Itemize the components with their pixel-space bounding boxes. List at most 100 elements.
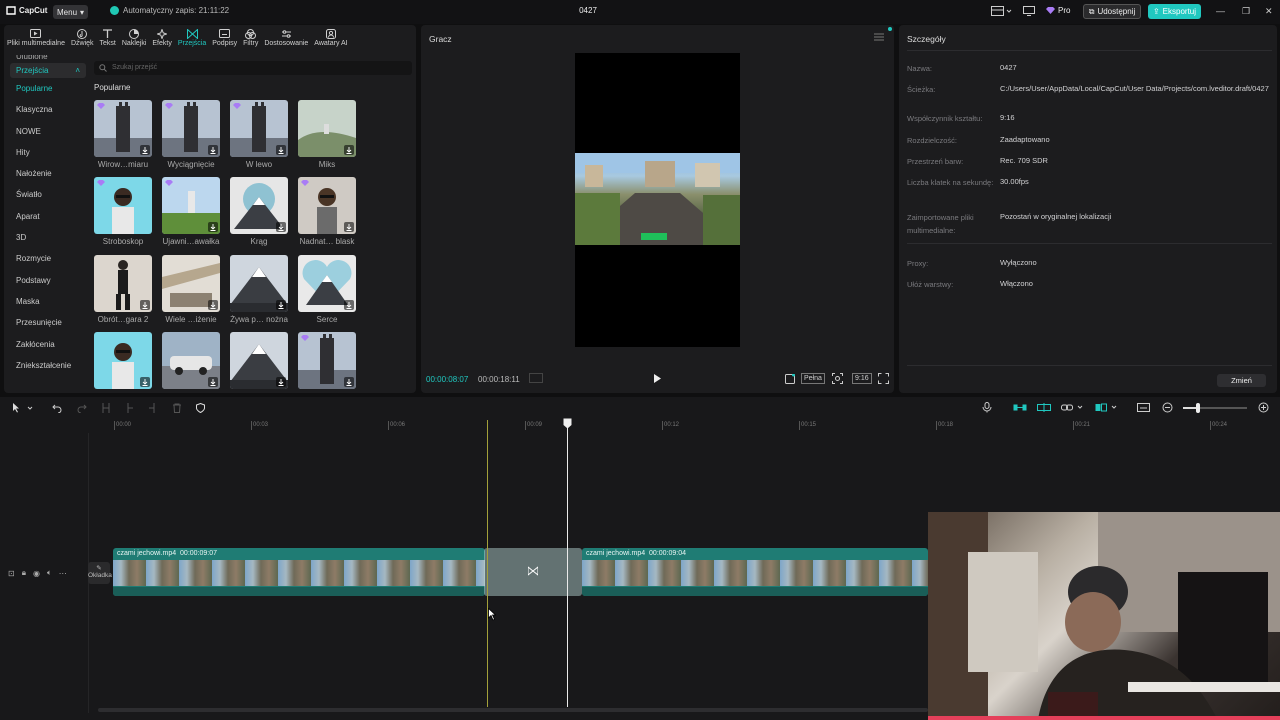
category-item[interactable]: 3D [10, 227, 86, 248]
category-item[interactable]: Klasyczna [10, 99, 86, 120]
search-input[interactable]: Szukaj przejść [94, 61, 412, 75]
download-icon[interactable] [276, 377, 286, 387]
download-icon[interactable] [344, 145, 354, 155]
tab-audio[interactable]: Dźwięk [68, 27, 97, 51]
tab-media[interactable]: Pliki multimedialne [4, 27, 68, 51]
redo-icon[interactable] [77, 403, 87, 413]
playhead-handle[interactable] [563, 418, 572, 429]
transition-tile[interactable] [298, 255, 356, 312]
category-favorites[interactable]: Ulubione [10, 55, 86, 63]
category-item[interactable]: Zakłócenia [10, 334, 86, 355]
auto-snap-icon[interactable] [1037, 403, 1051, 412]
transition-tile[interactable] [298, 332, 356, 389]
tab-avatar[interactable]: Awatary AI [311, 27, 350, 51]
link-icon[interactable] [1061, 403, 1085, 412]
category-item[interactable]: Popularne [10, 78, 86, 99]
zoom-out-icon[interactable] [1162, 402, 1173, 413]
tab-captions[interactable]: Podpisy [209, 27, 240, 51]
shield-icon[interactable] [196, 403, 205, 413]
transition-tile[interactable] [94, 100, 152, 157]
download-icon[interactable] [344, 377, 354, 387]
download-icon[interactable] [208, 300, 218, 310]
trim-left-icon[interactable] [126, 403, 134, 413]
playhead[interactable] [567, 420, 568, 707]
video-clip[interactable]: czami jechowi.mp4 00:00:09:04 [582, 548, 928, 596]
tab-effects[interactable]: Efekty [149, 27, 174, 51]
more-icon[interactable]: ⋯ [59, 569, 67, 578]
download-icon[interactable] [208, 145, 218, 155]
preview-axis-icon[interactable] [1095, 403, 1119, 412]
category-item[interactable]: NOWE [10, 121, 86, 142]
eye-icon[interactable]: ◉ [33, 569, 40, 578]
category-item[interactable]: Hity [10, 142, 86, 163]
category-item[interactable]: Maska [10, 291, 86, 312]
track-collapse-icon[interactable]: ⊡ [8, 569, 15, 578]
microphone-icon[interactable] [982, 402, 992, 413]
category-item[interactable]: Rozmycie [10, 248, 86, 269]
minimize-icon[interactable]: — [1216, 6, 1225, 16]
timeline-grid-icon[interactable] [529, 373, 543, 383]
category-item[interactable]: Zniekształcenie [10, 355, 86, 376]
transition-tile[interactable] [162, 255, 220, 312]
download-icon[interactable] [276, 145, 286, 155]
fullscreen-icon[interactable] [878, 373, 889, 384]
tiktok-icon[interactable] [785, 374, 795, 384]
full-quality-button[interactable]: Pełna [801, 373, 825, 384]
caption-icon[interactable] [1137, 403, 1150, 412]
download-icon[interactable] [208, 377, 218, 387]
transition-tile[interactable] [230, 100, 288, 157]
download-icon[interactable] [208, 222, 218, 232]
zoom-slider-handle[interactable] [1196, 403, 1200, 413]
trim-right-icon[interactable] [148, 403, 156, 413]
delete-icon[interactable] [172, 403, 182, 413]
lock-icon[interactable]: 🔒︎ [22, 568, 26, 578]
download-icon[interactable] [344, 300, 354, 310]
tab-sticker[interactable]: Naklejki [119, 27, 150, 51]
main-track-magnet-icon[interactable] [1013, 403, 1027, 412]
monitor-icon[interactable] [1023, 6, 1035, 16]
download-icon[interactable] [140, 377, 150, 387]
download-icon[interactable] [140, 145, 150, 155]
transition-tile[interactable] [230, 177, 288, 234]
category-header-transitions[interactable]: Przejścia ˄ [10, 63, 86, 78]
menu-button[interactable]: Menu ▾ [53, 5, 89, 19]
transition-tile[interactable] [230, 255, 288, 312]
download-icon[interactable] [140, 300, 150, 310]
tab-adjust[interactable]: Dostosowanie [261, 27, 311, 51]
transition-tile[interactable] [162, 100, 220, 157]
transition-tile[interactable] [94, 177, 152, 234]
pro-badge[interactable]: Pro [1046, 6, 1070, 15]
video-clip[interactable]: czami jechowi.mp4 00:00:09:07 [113, 548, 485, 596]
close-icon[interactable]: ✕ [1265, 6, 1273, 17]
timeline-scrollbar[interactable] [98, 708, 928, 712]
screenshot-icon[interactable] [832, 373, 843, 384]
transition-tile[interactable] [162, 177, 220, 234]
category-item[interactable]: Aparat [10, 206, 86, 227]
aspect-ratio-button[interactable]: 9:16 [852, 373, 872, 384]
transition-tile[interactable] [298, 100, 356, 157]
category-item[interactable]: Podstawy [10, 270, 86, 291]
category-item[interactable]: Światło [10, 184, 86, 205]
tab-text[interactable]: Tekst [97, 27, 119, 51]
download-icon[interactable] [276, 222, 286, 232]
transition-tile[interactable] [94, 332, 152, 389]
export-button[interactable]: ⇪ Eksportuj [1148, 4, 1201, 19]
download-icon[interactable] [344, 222, 354, 232]
hamburger-icon[interactable] [874, 33, 884, 41]
speaker-icon[interactable]: 🔈︎ [47, 568, 52, 578]
category-item[interactable]: Nałożenie [10, 163, 86, 184]
play-button[interactable] [652, 373, 662, 384]
layout-icon[interactable] [991, 6, 1013, 16]
time-ruler[interactable]: 00:00 00:03 00:06 00:09 00:12 00:15 00:18 00:21… [0, 419, 1280, 433]
zoom-in-icon[interactable] [1258, 402, 1269, 413]
split-icon[interactable] [101, 403, 111, 413]
tab-filters[interactable]: Filtry [240, 27, 261, 51]
tab-transitions[interactable]: Przejścia [175, 27, 209, 51]
undo-icon[interactable] [52, 403, 62, 413]
select-tool-icon[interactable] [12, 403, 34, 413]
category-item[interactable]: Przesunięcie [10, 312, 86, 333]
download-icon[interactable] [276, 300, 286, 310]
transition-tile[interactable] [162, 332, 220, 389]
transition-tile[interactable] [230, 332, 288, 389]
change-button[interactable]: Zmień [1217, 374, 1266, 387]
